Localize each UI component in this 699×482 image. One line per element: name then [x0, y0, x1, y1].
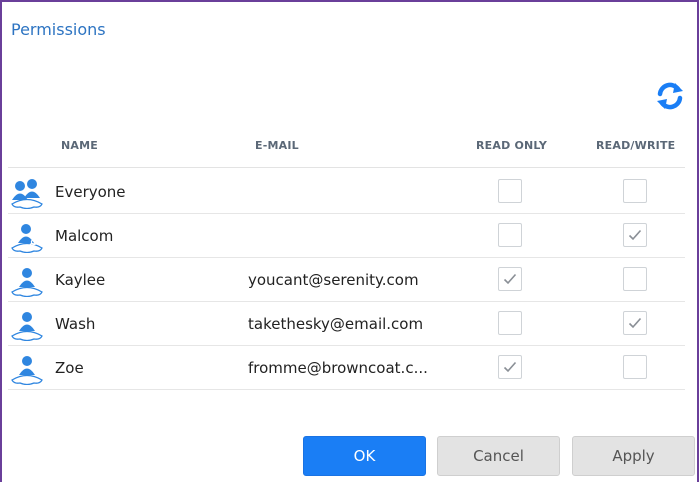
column-header-read-only[interactable]: READ ONLY [476, 139, 547, 152]
header-divider [8, 167, 685, 168]
column-header-name[interactable]: NAME [61, 139, 98, 152]
user-icon [11, 312, 43, 341]
permission-row: Everyone [8, 170, 685, 214]
user-name: Everyone [55, 183, 126, 201]
column-header-email[interactable]: E-MAIL [255, 139, 299, 152]
user-email: fromme@browncoat.c... [248, 359, 428, 377]
refresh-icon[interactable] [654, 80, 686, 112]
read-only-checkbox[interactable] [498, 267, 522, 291]
permission-row: Zoe fromme@browncoat.c... [8, 346, 685, 390]
user-key-icon [11, 224, 43, 253]
read-only-checkbox[interactable] [498, 355, 522, 379]
user-email: youcant@serenity.com [248, 271, 419, 289]
user-name: Zoe [55, 359, 84, 377]
group-icon [11, 179, 43, 209]
user-name: Malcom [55, 227, 114, 245]
user-name: Wash [55, 315, 96, 333]
user-icon [11, 356, 43, 385]
read-write-checkbox[interactable] [623, 355, 647, 379]
read-write-checkbox[interactable] [623, 223, 647, 247]
row-divider [8, 389, 685, 390]
read-only-checkbox[interactable] [498, 311, 522, 335]
user-name: Kaylee [55, 271, 106, 289]
read-write-checkbox[interactable] [623, 267, 647, 291]
read-only-checkbox[interactable] [498, 179, 522, 203]
permission-row: Wash takethesky@email.com [8, 302, 685, 346]
cancel-button[interactable]: Cancel [437, 436, 560, 476]
apply-button[interactable]: Apply [572, 436, 695, 476]
user-icon [11, 268, 43, 297]
read-only-checkbox[interactable] [498, 223, 522, 247]
read-write-checkbox[interactable] [623, 179, 647, 203]
ok-button[interactable]: OK [303, 436, 426, 476]
dialog-title: Permissions [11, 20, 106, 39]
read-write-checkbox[interactable] [623, 311, 647, 335]
user-email: takethesky@email.com [248, 315, 424, 333]
permission-row: Malcom [8, 214, 685, 258]
column-header-read-write[interactable]: READ/WRITE [596, 139, 675, 152]
permission-row: Kaylee youcant@serenity.com [8, 258, 685, 302]
